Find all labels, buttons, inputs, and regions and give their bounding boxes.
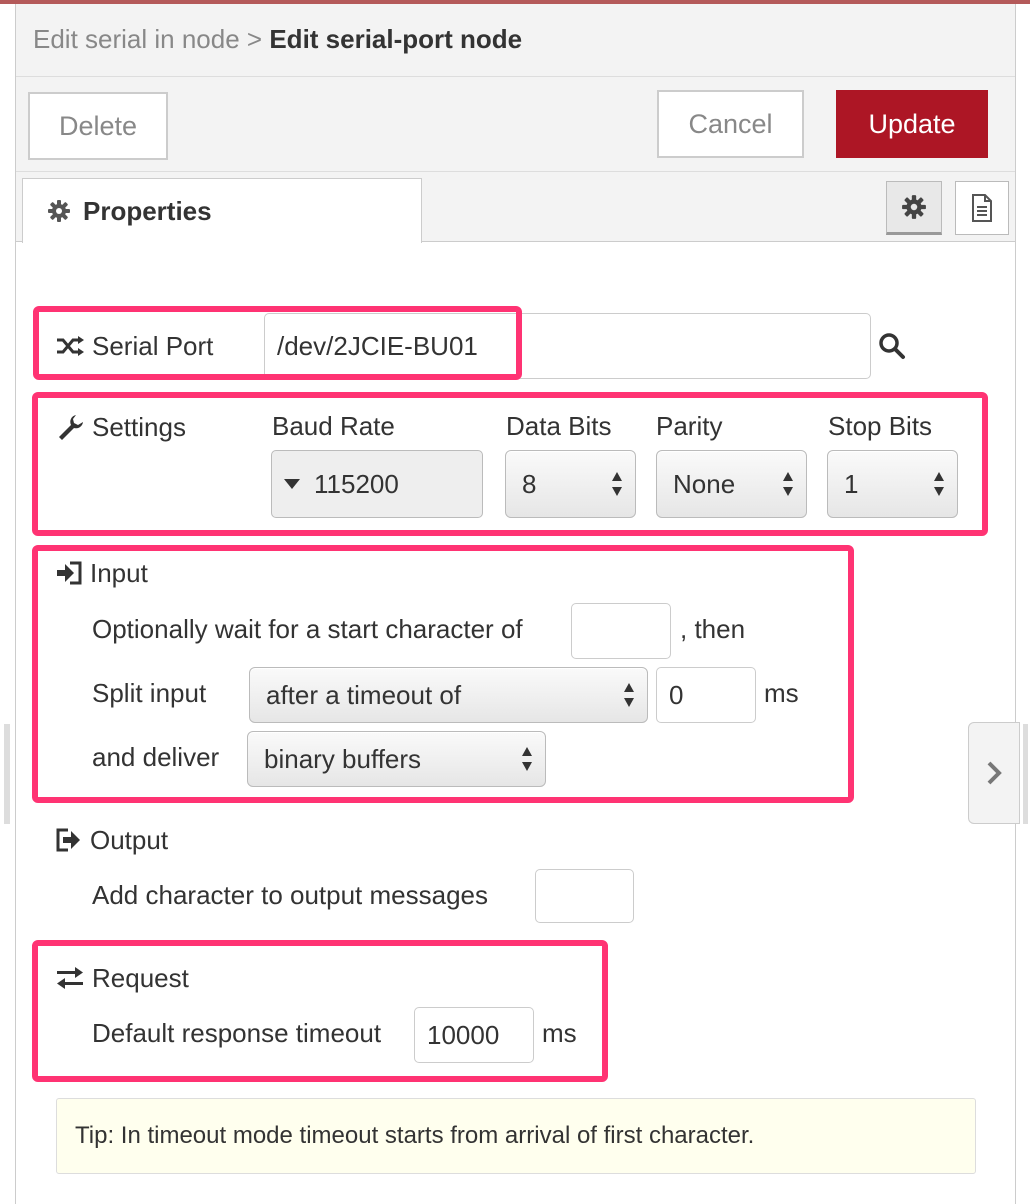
select-arrows-icon [934,472,944,496]
parity-label: Parity [656,411,723,441]
response-timeout-text: Default response timeout [92,1018,382,1048]
tip-box: Tip: In timeout mode timeout starts from… [56,1098,976,1174]
stop-bits-value: 1 [844,468,859,499]
search-serial-port-button[interactable] [878,332,906,365]
tab-properties[interactable]: Properties [22,178,422,243]
cancel-button[interactable]: Cancel [657,90,804,158]
sign-out-icon [56,828,80,852]
output-section-label: Output [56,820,168,860]
tab-properties-label: Properties [83,195,212,226]
chevron-right-icon [987,761,1002,785]
search-icon [879,333,905,359]
response-timeout-unit: ms [542,1018,577,1048]
then-text: , then [680,614,746,644]
breadcrumb: Edit serial in node > Edit serial-port n… [33,24,522,55]
deliver-value: binary buffers [264,743,422,774]
sign-in-icon [57,561,82,585]
deliver-select[interactable]: binary buffers [247,731,546,787]
stop-bits-label: Stop Bits [828,411,933,441]
update-button[interactable]: Update [836,90,988,158]
tip-text: Tip: In timeout mode timeout starts from… [75,1122,755,1149]
baud-rate-combo[interactable]: 115200 [271,450,483,518]
data-bits-select[interactable]: 8 [505,450,636,518]
start-char-input[interactable] [571,603,671,659]
settings-label: Settings [56,407,186,447]
split-timeout-unit: ms [764,678,799,708]
parity-value: None [673,468,736,499]
wrench-icon [59,415,83,440]
split-timeout-input[interactable]: 0 [656,667,756,723]
select-arrows-icon [612,472,622,496]
tab-button-description[interactable] [955,181,1009,235]
tab-button-settings[interactable] [886,181,942,235]
highlight-serial-port [33,306,522,380]
left-resize-grip[interactable] [4,724,10,824]
split-input-label: Split input [92,678,207,708]
select-arrows-icon [783,472,793,496]
split-input-select[interactable]: after a timeout of [249,667,648,723]
split-input-value: after a timeout of [266,679,462,710]
gear-icon [902,195,926,219]
add-char-text: Add character to output messages [92,880,489,910]
document-icon [972,194,992,222]
split-timeout-value: 0 [669,679,684,710]
input-section-label: Input [56,553,148,593]
response-timeout-input[interactable]: 10000 [414,1007,534,1063]
parity-select[interactable]: None [656,450,807,518]
add-char-input[interactable] [535,869,634,923]
select-arrows-icon [522,747,532,771]
exchange-icon [57,967,83,989]
breadcrumb-separator: > [246,24,263,54]
breadcrumb-parent[interactable]: Edit serial in node [33,24,240,54]
data-bits-label: Data Bits [506,411,612,441]
caret-down-icon [284,479,300,489]
response-timeout-value: 10000 [427,1019,500,1050]
delete-button[interactable]: Delete [28,92,168,160]
data-bits-value: 8 [522,468,537,499]
select-arrows-icon [624,683,634,707]
start-char-text: Optionally wait for a start character of [92,614,523,644]
sidebar-toggle-handle[interactable] [968,722,1020,824]
gear-icon [48,200,70,222]
breadcrumb-current: Edit serial-port node [269,24,523,54]
baud-rate-label: Baud Rate [272,411,395,441]
right-resize-grip[interactable] [1023,724,1028,824]
stop-bits-select[interactable]: 1 [827,450,958,518]
deliver-label: and deliver [92,742,220,772]
baud-rate-value: 115200 [314,468,399,499]
request-section-label: Request [56,958,189,998]
